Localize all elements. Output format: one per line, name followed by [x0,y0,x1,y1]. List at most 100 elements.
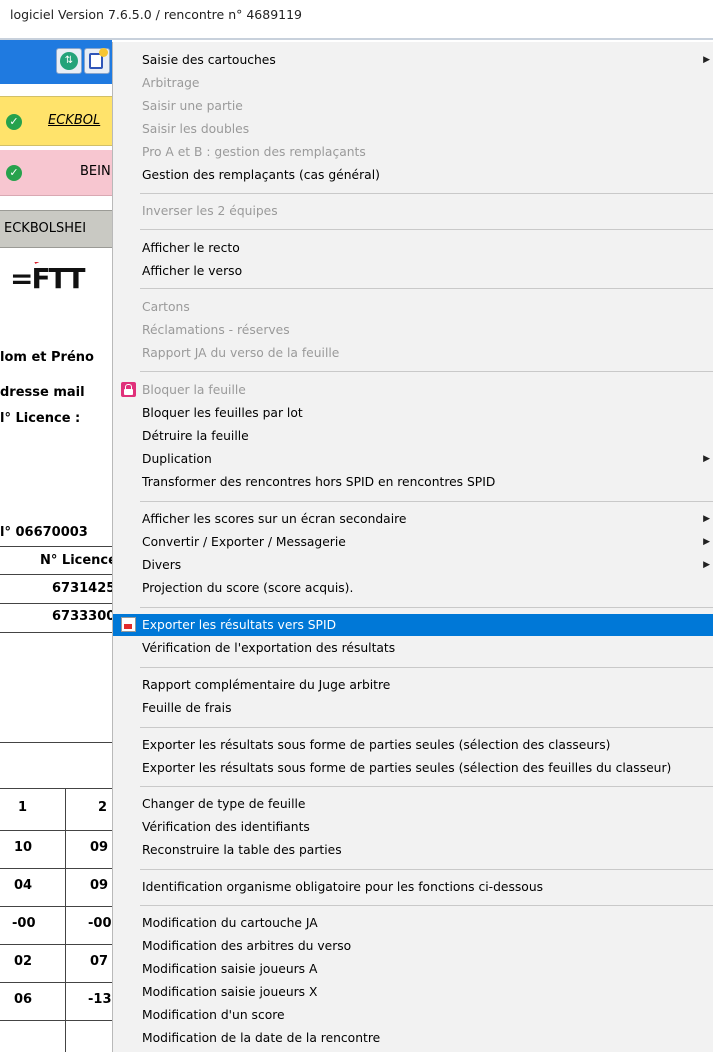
team-a-band[interactable]: ✓ ECKBOL [0,96,112,146]
menu-item-bloquer-feuille[interactable]: Bloquer la feuille [113,379,713,401]
menu-item-convertir-exporter[interactable]: Convertir / Exporter / Messagerie ▶ [113,531,713,553]
menu-item-label: Réclamations - réserves [142,323,290,337]
menu-item-label: Modification saisie joueurs A [142,962,318,976]
menu-item-label: Divers [142,558,182,572]
window-title-bar: logiciel Version 7.6.5.0 / rencontre n° … [0,0,713,40]
score-header: 2 [98,800,108,815]
menu-item-modif-score[interactable]: Modification d'un score [113,1004,713,1026]
menu-item-label: Détruire la feuille [142,429,249,443]
menu-item-saisir-partie[interactable]: Saisir une partie [113,95,713,117]
submenu-arrow-icon: ▶ [703,454,710,464]
menu-item-label: Bloquer la feuille [142,383,246,397]
menu-item-label: Exporter les résultats vers SPID [142,618,337,632]
score-cell: 09 [90,840,109,855]
menu-item-label: Saisir une partie [142,99,243,113]
menu-item-modif-joueurs-a[interactable]: Modification saisie joueurs A [113,958,713,980]
score-grid-line [0,868,112,869]
score-cell: -00 [12,916,36,931]
menu-separator [140,193,713,194]
menu-item-label: Afficher le recto [142,241,240,255]
menu-item-pro-remplacants[interactable]: Pro A et B : gestion des remplaçants [113,141,713,163]
menu-separator [140,288,713,289]
score-header: 1 [18,800,28,815]
lock-icon [121,382,136,397]
menu-item-saisir-doubles[interactable]: Saisir les doubles [113,118,713,140]
menu-item-exporter-spid[interactable]: Exporter les résultats vers SPID [113,614,713,636]
menu-item-label: Projection du score (score acquis). [142,581,354,595]
menu-item-saisie-cartouches[interactable]: Saisie des cartouches ▶ [113,49,713,71]
menu-item-label: Saisie des cartouches [142,53,276,67]
menu-item-label: Pro A et B : gestion des remplaçants [142,145,366,159]
menu-item-arbitrage[interactable]: Arbitrage [113,72,713,94]
menu-item-detruire-feuille[interactable]: Détruire la feuille [113,425,713,447]
menu-item-label: Cartons [142,300,190,314]
menu-item-divers[interactable]: Divers ▶ [113,554,713,576]
menu-item-rapport-ja[interactable]: Rapport JA du verso de la feuille [113,342,713,364]
menu-item-label: Modification du cartouche JA [142,916,318,930]
menu-item-label: Gestion des remplaçants (cas général) [142,168,380,182]
menu-item-exporter-feuilles[interactable]: Exporter les résultats sous forme de par… [113,757,713,779]
table-line [0,574,112,575]
fftt-logo: =FTT [10,262,110,302]
menu-item-exporter-classeurs[interactable]: Exporter les résultats sous forme de par… [113,734,713,756]
menu-separator [140,667,713,668]
team-row-name: ECKBOLSHEI [4,221,87,236]
team-a-name: ECKBOL [48,113,101,128]
menu-item-modif-joueurs-x[interactable]: Modification saisie joueurs X [113,981,713,1003]
menu-item-label: Vérification de l'exportation des résult… [142,641,396,655]
menu-separator [140,869,713,870]
team-b-band[interactable]: ✓ BEIN [0,150,112,196]
menu-item-changer-type[interactable]: Changer de type de feuille [113,793,713,815]
score-cell: 06 [14,992,33,1007]
menu-separator [140,229,713,230]
score-cell: -13 [88,992,112,1007]
menu-item-transformer-spid[interactable]: Transformer des rencontres hors SPID en … [113,471,713,493]
menu-item-afficher-scores[interactable]: Afficher les scores sur un écran seconda… [113,508,713,530]
label-nom-prenom: lom et Préno [0,350,94,365]
score-cell: 02 [14,954,33,969]
menu-item-duplication[interactable]: Duplication ▶ [113,448,713,470]
menu-item-feuille-frais[interactable]: Feuille de frais [113,697,713,719]
menu-item-bloquer-lot[interactable]: Bloquer les feuilles par lot [113,402,713,424]
context-menu: Saisie des cartouches ▶ Arbitrage Saisir… [112,42,713,1052]
menu-item-reclamations[interactable]: Réclamations - réserves [113,319,713,341]
menu-item-modif-cartouche-ja[interactable]: Modification du cartouche JA [113,912,713,934]
menu-item-modif-arbitres[interactable]: Modification des arbitres du verso [113,935,713,957]
menu-item-label: Bloquer les feuilles par lot [142,406,303,420]
menu-item-verification-exportation[interactable]: Vérification de l'exportation des résult… [113,637,713,659]
submenu-arrow-icon: ▶ [703,537,710,547]
menu-item-verification-identifiants[interactable]: Vérification des identifiants [113,816,713,838]
logo-text: =FTT [10,262,85,295]
menu-item-modif-date[interactable]: Modification de la date de la rencontre [113,1027,713,1049]
section-line [0,742,112,743]
menu-item-afficher-recto[interactable]: Afficher le recto [113,237,713,259]
label-licence: l° Licence : [0,411,81,426]
menu-item-label: Inverser les 2 équipes [142,204,278,218]
submenu-arrow-icon: ▶ [703,514,710,524]
check-icon: ✓ [6,165,22,181]
app-toolbar: ⇅ [0,40,112,84]
menu-item-reconstruire-table[interactable]: Reconstruire la table des parties [113,839,713,861]
menu-item-label: Exporter les résultats sous forme de par… [142,738,611,752]
menu-item-cartons[interactable]: Cartons [113,296,713,318]
menu-item-label: Feuille de frais [142,701,232,715]
table-line [0,603,112,604]
score-grid-line [0,944,112,945]
menu-item-rapport-complementaire[interactable]: Rapport complémentaire du Juge arbitre [113,674,713,696]
menu-separator [140,607,713,608]
menu-item-label: Reconstruire la table des parties [142,843,342,857]
menu-item-label: Saisir les doubles [142,122,250,136]
menu-item-afficher-verso[interactable]: Afficher le verso [113,260,713,282]
team-row[interactable]: ECKBOLSHEI [0,210,112,248]
new-sheet-button[interactable] [84,48,110,74]
submenu-arrow-icon: ▶ [703,55,710,65]
menu-item-inverser-equipes[interactable]: Inverser les 2 équipes [113,200,713,222]
menu-item-label: Arbitrage [142,76,200,90]
score-cell: -00 [88,916,112,931]
table-line [0,632,112,633]
menu-item-gestion-remplacants[interactable]: Gestion des remplaçants (cas général) [113,164,713,186]
menu-item-identification-organisme[interactable]: Identification organisme obligatoire pou… [113,876,713,898]
sync-button[interactable]: ⇅ [56,48,82,74]
menu-item-projection-score[interactable]: Projection du score (score acquis). [113,577,713,599]
menu-item-label: Rapport complémentaire du Juge arbitre [142,678,391,692]
